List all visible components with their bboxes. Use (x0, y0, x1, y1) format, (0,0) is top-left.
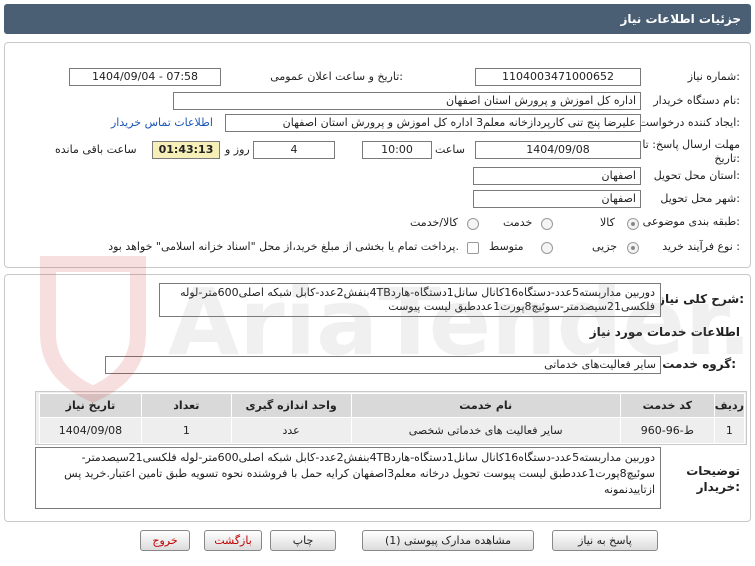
deadline-time-field: 10:00 (362, 141, 432, 159)
province-field: اصفهان (473, 167, 641, 185)
category-radio-service[interactable] (541, 218, 553, 230)
cell-need-date: 1404/09/08 (39, 417, 142, 444)
treasury-payment-note: پرداخت تمام یا بخشی از مبلغ خرید،از محل … (108, 240, 459, 253)
days-remaining-field: 4 (253, 141, 335, 159)
table-row: 1 ط-96-960 سایر فعالیت های خدماتی شخصی ع… (39, 417, 746, 444)
summary-label: شرح کلی نیاز: (658, 292, 744, 306)
cell-row: 1 (713, 417, 746, 444)
treasury-payment-checkbox[interactable] (467, 242, 479, 254)
deadline-label: مهلت ارسال پاسخ: تا تاریخ: (642, 138, 740, 165)
need-number-label: شماره نیاز: (687, 70, 740, 83)
page-title: جزئیات اطلاعات نیاز (620, 12, 741, 26)
city-label: شهر محل تحویل: (660, 192, 740, 205)
print-button[interactable]: چاپ (270, 530, 336, 551)
page-header: جزئیات اطلاعات نیاز (4, 4, 751, 34)
back-button[interactable]: بازگشت (204, 530, 262, 551)
process-radio-minor[interactable] (627, 242, 639, 254)
category-option-goods: کالا (600, 216, 615, 229)
buyer-notes-textarea: دوربین مداربسته5عدد-دستگاه16کانال سانل1د… (35, 447, 661, 509)
need-number-field: 1104003471000652 (475, 68, 641, 86)
services-section-title: اطلاعات خدمات مورد نیاز (589, 325, 740, 339)
service-group-label: گروه خدمت: (662, 357, 736, 371)
col-quantity: تعداد (140, 393, 232, 418)
city-field: اصفهان (473, 190, 641, 208)
deadline-date-field: 1404/09/08 (475, 141, 641, 159)
process-option-minor: جزیی (592, 240, 618, 253)
col-unit: واحد اندازه گیری (230, 393, 352, 418)
remaining-label: ساعت باقی مانده (55, 143, 137, 156)
exit-button[interactable]: خروج (140, 530, 190, 551)
need-info-panel: شماره نیاز: 1104003471000652 تاریخ و ساع… (4, 42, 751, 268)
table-header-row: ردیف کد خدمت نام خدمت واحد اندازه گیری ت… (39, 393, 746, 418)
category-option-goods-service: کالا/خدمت (410, 216, 458, 229)
process-option-medium: متوسط (489, 240, 524, 253)
creator-field: علیرضا پنج تنی کارپردازخانه معلم3 اداره … (225, 114, 641, 132)
province-label: استان محل تحویل: (653, 169, 740, 182)
cell-service-name: سایر فعالیت های خدماتی شخصی (350, 417, 621, 444)
buyer-notes-label: توضیحات خریدار: (686, 464, 740, 494)
announce-field: 1404/09/04 - 07:58 (69, 68, 221, 86)
days-label: روز و (225, 143, 250, 156)
reply-to-need-button[interactable]: پاسخ به نیاز (552, 530, 658, 551)
summary-textarea: دوربین مداربسته5عدد-دستگاه16کانال سانل1د… (159, 283, 661, 317)
category-radio-goods-service[interactable] (467, 218, 479, 230)
creator-label: ایجاد کننده درخواست: (638, 116, 740, 129)
process-label: نوع فرآیند خرید : (662, 240, 740, 253)
remaining-time-field: 01:43:13 (152, 141, 220, 159)
category-radio-goods[interactable] (627, 218, 639, 230)
need-details-panel: شرح کلی نیاز: دوربین مداربسته5عدد-دستگاه… (4, 274, 751, 522)
services-table: ردیف کد خدمت نام خدمت واحد اندازه گیری ت… (39, 393, 746, 444)
cell-service-code: ط-96-960 (619, 417, 715, 444)
col-service-code: کد خدمت (619, 393, 715, 418)
buyer-contact-link[interactable]: اطلاعات تماس خریدار (111, 116, 213, 129)
cell-unit: عدد (230, 417, 352, 444)
deadline-time-label: ساعت (435, 143, 465, 156)
category-label: طبقه بندی موضوعی: (642, 215, 740, 228)
announce-label: تاریخ و ساعت اعلان عمومی: (270, 70, 403, 83)
col-row: ردیف (713, 393, 746, 418)
service-group-field: سایر فعالیت‌های خدماتی (105, 356, 661, 374)
buyer-label: نام دستگاه خریدار: (653, 94, 740, 107)
col-service-name: نام خدمت (350, 393, 621, 418)
cell-quantity: 1 (140, 417, 232, 444)
col-need-date: تاریخ نیاز (39, 393, 142, 418)
buyer-field: اداره کل اموزش و پرورش استان اصفهان (173, 92, 641, 110)
process-radio-medium[interactable] (541, 242, 553, 254)
category-option-service: خدمت (503, 216, 533, 229)
view-attachments-button[interactable]: مشاهده مدارک پیوستی (1) (362, 530, 534, 551)
